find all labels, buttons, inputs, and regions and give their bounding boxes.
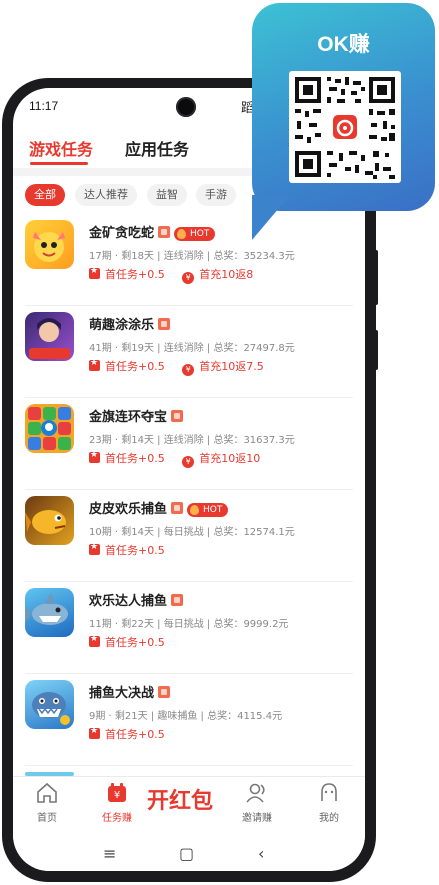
svg-text:¥: ¥: [114, 790, 120, 801]
reward-tags: 首任务+0.5 ¥首充10返10: [89, 450, 274, 468]
flag-icon: [89, 726, 100, 739]
back-chevron-icon[interactable]: ‹: [258, 844, 264, 863]
flame-icon: [177, 229, 187, 239]
system-navigation-bar: ≡ ▢ ‹: [13, 836, 365, 871]
game-icon-fish-gold: [25, 496, 74, 545]
recents-icon[interactable]: ≡: [103, 844, 116, 863]
profile-face-icon: [317, 781, 341, 805]
game-title: 金矿贪吃蛇 HOT: [89, 222, 216, 241]
nav-home[interactable]: 首页: [17, 781, 77, 824]
hot-badge: HOT: [174, 227, 216, 241]
reward-tags: 首任务+0.5 ¥首充10返8: [89, 266, 267, 284]
game-icon-snake: [25, 220, 74, 269]
flame-icon: [190, 505, 200, 515]
verified-badge: [158, 226, 171, 238]
chip-mobile-games[interactable]: 手游: [196, 184, 236, 206]
yen-icon: ¥: [182, 364, 195, 376]
active-tab-indicator: [30, 162, 88, 165]
game-meta: 23期 · 剩14天 | 连线消除 | 总奖：31637.3元: [89, 435, 295, 446]
game-item[interactable]: 金旗连环夺宝 23期 · 剩14天 | 连线消除 | 总奖：31637.3元 首…: [13, 398, 365, 490]
qr-code: [289, 71, 401, 183]
home-square-icon[interactable]: ▢: [179, 844, 194, 863]
game-icon-shark: [25, 588, 74, 637]
nav-me[interactable]: 我的: [299, 781, 359, 824]
home-icon: [35, 781, 59, 805]
verified-badge: [158, 318, 171, 330]
invite-people-icon: [245, 781, 269, 805]
reward-tags: 首任务+0.5: [89, 634, 179, 650]
reward-tags: 首任务+0.5: [89, 726, 179, 742]
game-title: 皮皮欢乐捕鱼 HOT: [89, 498, 229, 517]
nav-home-label: 首页: [37, 813, 57, 824]
game-title: 萌趣涂涂乐: [89, 314, 171, 333]
game-item[interactable]: 欢乐达人捕鱼 11期 · 剩22天 | 每日挑战 | 总奖：9999.2元 首任…: [13, 582, 365, 674]
game-item[interactable]: 金矿贪吃蛇 HOT 17期 · 剩18天 | 连线消除 | 总奖：35234.3元…: [13, 214, 365, 306]
game-icon-coloring: [25, 312, 74, 361]
nav-tasks[interactable]: ¥ 任务赚: [87, 781, 147, 824]
promo-bubble-tail: [252, 195, 290, 240]
bottom-navigation: 首页 ¥ 任务赚 开红包 邀请赚 我的: [13, 776, 365, 837]
chip-puzzle[interactable]: 益智: [147, 184, 187, 206]
verified-badge: [171, 502, 184, 514]
row-divider: [25, 765, 353, 766]
game-title: 捕鱼大决战: [89, 682, 171, 701]
open-red-packet-button[interactable]: 开红包: [147, 783, 213, 815]
verified-badge: [171, 594, 184, 606]
flag-icon: [89, 542, 100, 555]
game-title: 金旗连环夺宝: [89, 406, 184, 425]
flag-icon: [89, 450, 100, 463]
tab-game-tasks[interactable]: 游戏任务: [29, 136, 93, 160]
nav-me-label: 我的: [319, 813, 339, 824]
volume-button: [373, 250, 378, 305]
nav-invite[interactable]: 邀请赚: [227, 781, 287, 824]
hot-badge: HOT: [187, 503, 229, 517]
game-item[interactable]: 萌趣涂涂乐 41期 · 剩19天 | 连线消除 | 总奖：27497.8元 首任…: [13, 306, 365, 398]
game-icon-treasure: [25, 404, 74, 453]
verified-badge: [171, 410, 184, 422]
game-item[interactable]: 捕鱼大决战 9期 · 剩21天 | 趣味捕鱼 | 总奖：4115.4元 首任务+…: [13, 674, 365, 766]
game-item[interactable]: 皮皮欢乐捕鱼 HOT 10期 · 剩14天 | 每日挑战 | 总奖：12574.1…: [13, 490, 365, 582]
flag-icon: [89, 358, 100, 371]
game-title: 欢乐达人捕鱼: [89, 590, 184, 609]
game-meta: 11期 · 剩22天 | 每日挑战 | 总奖：9999.2元: [89, 619, 289, 630]
game-meta: 41期 · 剩19天 | 连线消除 | 总奖：27497.8元: [89, 343, 295, 354]
power-button: [373, 330, 378, 370]
flag-icon: [89, 266, 100, 279]
game-meta: 17期 · 剩18天 | 连线消除 | 总奖：35234.3元: [89, 251, 295, 262]
yen-icon: ¥: [182, 272, 195, 284]
task-wallet-icon: ¥: [105, 781, 129, 805]
chip-all[interactable]: 全部: [25, 184, 65, 206]
status-time: 11:17: [29, 99, 59, 113]
nav-invite-label: 邀请赚: [242, 813, 272, 824]
reward-tags: 首任务+0.5: [89, 542, 179, 558]
verified-badge: [158, 686, 171, 698]
game-icon-shark-battle: [25, 680, 74, 729]
game-meta: 10期 · 剩14天 | 每日挑战 | 总奖：12574.1元: [89, 527, 295, 538]
reward-tags: 首任务+0.5 ¥首充10返7.5: [89, 358, 278, 376]
tab-app-tasks[interactable]: 应用任务: [125, 136, 189, 160]
front-camera: [176, 97, 196, 117]
yen-icon: ¥: [182, 456, 195, 468]
game-meta: 9期 · 剩21天 | 趣味捕鱼 | 总奖：4115.4元: [89, 711, 283, 722]
nav-tasks-label: 任务赚: [102, 813, 132, 824]
promo-title: OK赚: [317, 33, 370, 56]
flag-icon: [89, 634, 100, 647]
chip-expert-recommend[interactable]: 达人推荐: [75, 184, 137, 206]
